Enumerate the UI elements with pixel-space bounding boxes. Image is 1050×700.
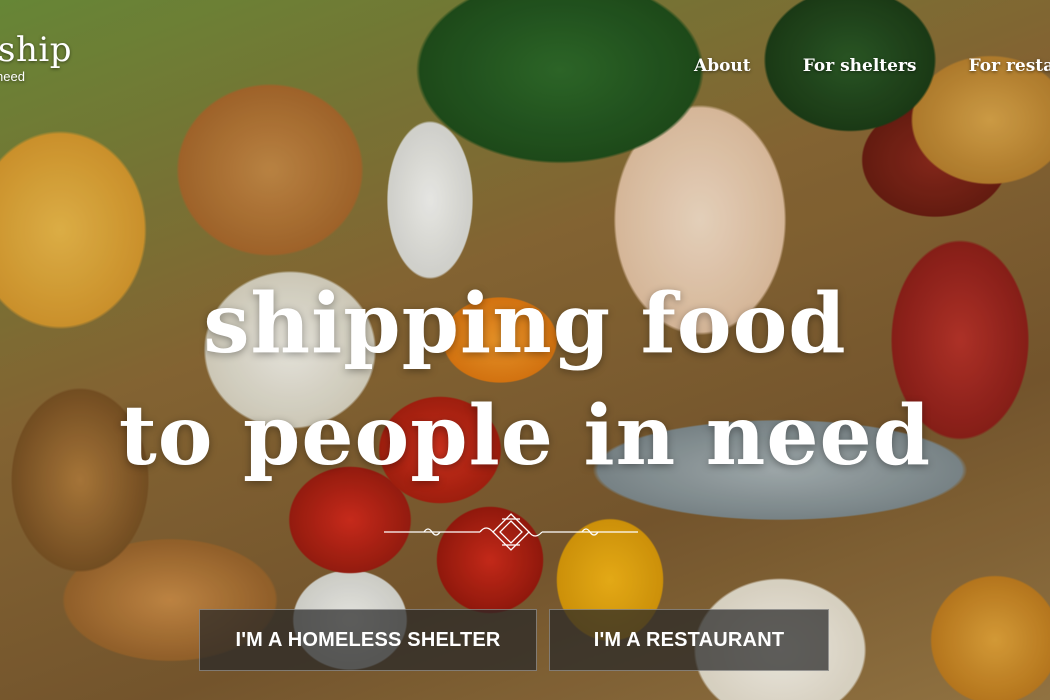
hero-headline: shipping food to people in need	[0, 268, 1050, 492]
top-navigation: About For shelters For restau	[694, 56, 1050, 76]
nav-link-for-shelters[interactable]: For shelters	[803, 56, 917, 76]
ornamental-divider-icon	[384, 513, 638, 551]
headline-line-1: shipping food	[203, 276, 847, 372]
logo-tagline: need	[0, 69, 25, 84]
homeless-shelter-button[interactable]: I'M A HOMELESS SHELTER	[199, 609, 537, 671]
nav-link-about[interactable]: About	[694, 56, 751, 76]
nav-link-for-restaurants[interactable]: For restau	[969, 56, 1050, 76]
restaurant-button[interactable]: I'M A RESTAURANT	[549, 609, 829, 671]
headline-line-2: to people in need	[118, 388, 932, 484]
logo-wordmark: ship	[0, 30, 72, 70]
site-logo[interactable]: ship need	[0, 32, 72, 84]
